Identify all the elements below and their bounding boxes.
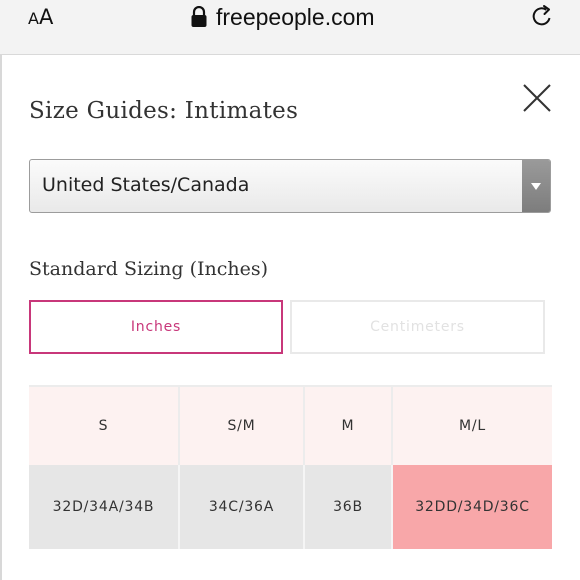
size-cell-highlighted: 32DD/34D/36C <box>393 465 552 549</box>
size-cell: 34C/36A <box>180 465 305 549</box>
header-cell-sm: S/M <box>180 387 305 465</box>
centimeters-button[interactable]: Centimeters <box>290 300 545 354</box>
header-cell-m: M <box>305 387 393 465</box>
size-cell: 32D/34A/34B <box>29 465 180 549</box>
address-bar-divider <box>0 54 580 55</box>
header-cell-ml: M/L <box>393 387 552 465</box>
url-field[interactable]: freepeople.com <box>190 2 375 32</box>
panel-border <box>0 55 2 580</box>
browser-address-bar: AA freepeople.com <box>0 0 580 55</box>
lock-icon <box>191 6 207 27</box>
size-table: S S/M M M/L 32D/34A/34B 34C/36A 36B 32DD… <box>29 385 552 549</box>
header-cell-s: S <box>29 387 180 465</box>
table-row: 32D/34A/34B 34C/36A 36B 32DD/34D/36C <box>29 465 552 549</box>
inches-button[interactable]: Inches <box>29 300 283 354</box>
region-select[interactable]: United States/Canada <box>29 159 551 213</box>
text-size-big-glyph: A <box>38 5 54 29</box>
size-cell: 36B <box>305 465 393 549</box>
close-icon[interactable] <box>521 82 553 114</box>
table-header-row: S S/M M M/L <box>29 387 552 465</box>
region-select-toggle[interactable] <box>522 160 550 212</box>
region-select-value: United States/Canada <box>42 174 250 196</box>
text-size-small-glyph: A <box>28 9 39 28</box>
modal-title: Size Guides: Intimates <box>29 98 299 124</box>
sizing-subtitle: Standard Sizing (Inches) <box>29 258 269 280</box>
text-size-button[interactable]: AA <box>28 5 53 29</box>
reload-icon[interactable] <box>530 4 554 30</box>
url-host: freepeople.com <box>216 3 375 30</box>
chevron-down-icon <box>531 182 541 190</box>
